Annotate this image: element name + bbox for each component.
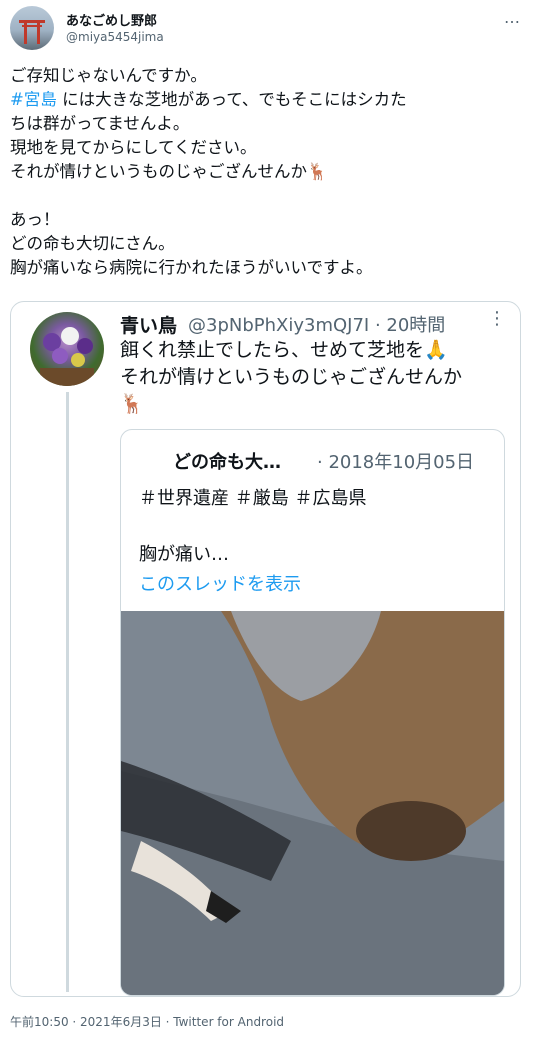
text-segment: には大きな芝地があって、でもそこにはシカた <box>56 90 407 109</box>
quoted-more-icon[interactable]: ⋮ <box>488 308 506 329</box>
text-line: #宮島 には大きな芝地があって、でもそこにはシカた <box>10 88 515 112</box>
author-handle[interactable]: @miya5454jima <box>66 30 164 44</box>
tweet-header: あなごめし野郎 @miya5454jima … <box>10 6 523 54</box>
text-line: 現地を見てからにしてください。 <box>10 138 257 157</box>
nested-date: · 2018年10月05日 <box>317 452 475 473</box>
text-line: ちは群がってませんよ。 <box>10 114 190 133</box>
nested-author-name[interactable]: どの命も大… <box>173 448 281 474</box>
nested-quote[interactable]: どの命も大… · 2018年10月05日 ＃世界遺産 ＃厳島 ＃広島県 胸が痛い… <box>120 429 505 996</box>
deer-image <box>121 611 504 995</box>
flower-icon <box>40 327 94 386</box>
text-line: ご存知じゃないんですか。 <box>10 66 207 85</box>
nested-text: 胸が痛い… <box>139 544 229 565</box>
quoted-text: 餌くれ禁止でしたら、せめて芝地を🙏 それが情けというものじゃござんせんか 🦌 <box>120 339 463 415</box>
quoted-author-meta[interactable]: @3pNbPhXiy3mQJ7I · 20時間 <box>188 311 445 337</box>
thread-line <box>66 392 69 992</box>
text-line: それが情けというものじゃござんせんか🦌 <box>10 162 328 181</box>
tweet-timestamp[interactable]: 午前10:50 · 2021年6月3日 · Twitter for Androi… <box>10 1013 284 1030</box>
hashtag-link[interactable]: #宮島 <box>10 90 57 109</box>
text-line: 胸が痛いなら病院に行かれたほうがいいですよ。 <box>10 258 373 277</box>
text-line: あっ！ <box>10 210 60 229</box>
quoted-tweet[interactable]: 青い鳥 @3pNbPhXiy3mQJ7I · 20時間 ⋮ 餌くれ禁止でしたら、… <box>10 301 521 997</box>
deer-photo[interactable] <box>121 611 504 995</box>
author-avatar[interactable] <box>10 6 54 50</box>
show-thread-link[interactable]: このスレッドを表示 <box>139 570 301 596</box>
quoted-author-name[interactable]: 青い鳥 <box>120 311 177 338</box>
torii-icon <box>19 20 45 44</box>
more-options-icon[interactable]: … <box>504 8 521 27</box>
quoted-avatar[interactable] <box>30 312 104 386</box>
tweet-text: ご存知じゃないんですか。 #宮島 には大きな芝地があって、でもそこにはシカたちは群… <box>10 64 515 280</box>
text-line: どの命も大切にさん。 <box>10 234 175 253</box>
author-name[interactable]: あなごめし野郎 <box>66 10 157 29</box>
nested-hashtags: ＃世界遺産 ＃厳島 ＃広島県 <box>139 488 367 509</box>
